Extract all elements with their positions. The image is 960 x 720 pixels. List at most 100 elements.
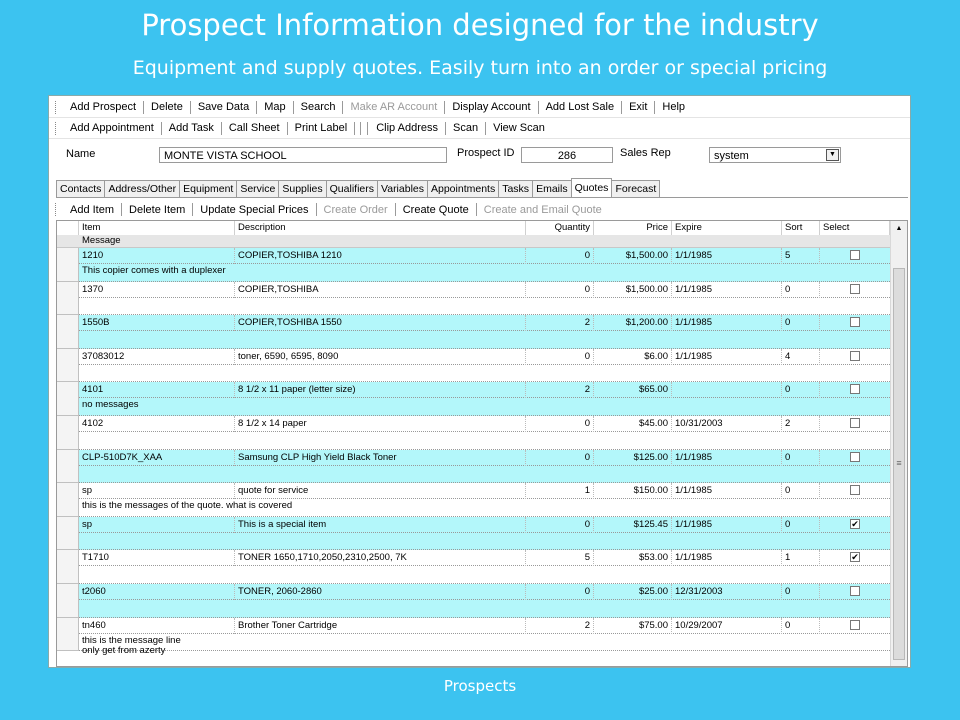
cell-message[interactable]	[79, 431, 890, 450]
cell-description[interactable]: TONER 1650,1710,2050,2310,2500, 7K	[235, 550, 526, 567]
table-row[interactable]: 37083012 toner, 6590, 6595, 8090 0 $6.00 1/1…	[57, 348, 890, 383]
cell-message[interactable]	[79, 566, 890, 584]
cell-price[interactable]: $53.00	[594, 550, 672, 567]
cell-description[interactable]: COPIER,TOSHIBA 1550	[235, 315, 526, 332]
cell-price[interactable]: $75.00	[594, 617, 672, 634]
cell-price[interactable]: $65.00	[594, 382, 672, 399]
cell-quantity[interactable]: 2	[526, 617, 594, 634]
scroll-up-icon[interactable]: ▲	[891, 221, 907, 237]
cell-message[interactable]	[79, 465, 890, 484]
cell-sort[interactable]: 4	[782, 348, 820, 365]
cell-description[interactable]: Samsung CLP High Yield Black Toner	[235, 449, 526, 466]
cell-expire[interactable]: 1/1/1985	[672, 281, 782, 298]
cell-expire[interactable]: 1/1/1985	[672, 248, 782, 264]
tab-emails[interactable]: Emails	[532, 180, 572, 197]
tab-address-other[interactable]: Address/Other	[104, 180, 181, 197]
cell-sort[interactable]: 0	[782, 617, 820, 634]
tab-contacts[interactable]: Contacts	[56, 180, 106, 197]
table-row[interactable]: 4101 8 1/2 x 11 paper (letter size) 2 $65.0…	[57, 382, 890, 416]
cell-item[interactable]: 1370	[79, 281, 235, 298]
select-checkbox[interactable]	[850, 384, 860, 395]
toolbar-grip-icon[interactable]	[55, 203, 59, 216]
create-order-button[interactable]: Create Order	[319, 204, 393, 216]
cell-message[interactable]	[79, 599, 890, 618]
tab-supplies[interactable]: Supplies	[278, 180, 327, 197]
cell-item[interactable]: T1710	[79, 550, 235, 567]
select-checkbox[interactable]	[850, 417, 860, 428]
cell-expire[interactable]: 1/1/1985	[672, 348, 782, 365]
row-header[interactable]	[57, 248, 79, 282]
cell-item[interactable]: sp	[79, 516, 235, 533]
add-appointment-button[interactable]: Add Appointment	[65, 122, 159, 134]
cell-sort[interactable]: 0	[782, 281, 820, 298]
print-label-button[interactable]: Print Label	[290, 122, 353, 134]
cell-message[interactable]	[79, 297, 890, 316]
exit-button[interactable]: Exit	[624, 101, 652, 113]
tab-qualifiers[interactable]: Qualifiers	[325, 180, 378, 197]
cell-sort[interactable]: 1	[782, 550, 820, 567]
tab-equipment[interactable]: Equipment	[179, 180, 238, 197]
display-account-button[interactable]: Display Account	[447, 101, 535, 113]
sales-rep-select[interactable]: system ▼	[709, 147, 841, 163]
cell-sort[interactable]: 0	[782, 315, 820, 332]
cell-message[interactable]	[79, 532, 890, 551]
cell-item[interactable]: 1210	[79, 248, 235, 264]
select-checkbox[interactable]	[850, 283, 860, 294]
row-header[interactable]	[57, 281, 79, 316]
select-checkbox[interactable]	[850, 485, 860, 496]
cell-message[interactable]: this is the message line only get from a…	[79, 633, 890, 655]
tab-forecast[interactable]: Forecast	[611, 180, 661, 197]
search-button[interactable]: Search	[296, 101, 341, 113]
prospect-id-field[interactable]: 286	[521, 147, 613, 163]
select-checkbox[interactable]	[850, 451, 860, 462]
cell-quantity[interactable]: 1	[526, 483, 594, 500]
table-row[interactable]: 1550B COPIER,TOSHIBA 1550 2 $1,200.00 1/1/19…	[57, 315, 890, 349]
save-data-button[interactable]: Save Data	[193, 101, 254, 113]
cell-description[interactable]: COPIER,TOSHIBA	[235, 281, 526, 298]
make-ar-account-button[interactable]: Make AR Account	[345, 101, 442, 113]
row-header[interactable]	[57, 483, 79, 517]
cell-price[interactable]: $125.45	[594, 516, 672, 533]
column-header-sort[interactable]: Sort	[782, 221, 820, 235]
call-sheet-button[interactable]: Call Sheet	[224, 122, 285, 134]
row-header[interactable]	[57, 550, 79, 584]
select-checkbox[interactable]	[850, 350, 860, 361]
table-row[interactable]: sp This is a special item 0 $125.45 1/1/1985…	[57, 516, 890, 551]
row-header[interactable]	[57, 415, 79, 450]
help-button[interactable]: Help	[657, 101, 690, 113]
cell-description[interactable]: TONER, 2060-2860	[235, 583, 526, 600]
cell-expire[interactable]: 1/1/1985	[672, 449, 782, 466]
cell-sort[interactable]: 0	[782, 382, 820, 399]
scan-button[interactable]: Scan	[448, 122, 483, 134]
cell-quantity[interactable]: 0	[526, 583, 594, 600]
tab-service[interactable]: Service	[236, 180, 280, 197]
table-row[interactable]: 4102 8 1/2 x 14 paper 0 $45.00 10/31/2003 2	[57, 415, 890, 450]
cell-sort[interactable]: 0	[782, 483, 820, 500]
view-scan-button[interactable]: View Scan	[488, 122, 550, 134]
cell-item[interactable]: 4101	[79, 382, 235, 399]
column-header-quantity[interactable]: Quantity	[526, 221, 594, 235]
table-row[interactable]: CLP-510D7K_XAA Samsung CLP High Yield Bla…	[57, 449, 890, 484]
cell-quantity[interactable]: 2	[526, 382, 594, 399]
cell-quantity[interactable]: 0	[526, 516, 594, 533]
cell-price[interactable]: $1,500.00	[594, 248, 672, 264]
select-checkbox[interactable]	[850, 585, 860, 596]
cell-description[interactable]: This is a special item	[235, 516, 526, 533]
cell-description[interactable]: toner, 6590, 6595, 8090	[235, 348, 526, 365]
table-row[interactable]: T1710 TONER 1650,1710,2050,2310,2500, 7K 5…	[57, 550, 890, 584]
table-row[interactable]: 1370 COPIER,TOSHIBA 0 $1,500.00 1/1/1985 0	[57, 281, 890, 316]
column-header-price[interactable]: Price	[594, 221, 672, 235]
cell-message[interactable]	[79, 364, 890, 383]
cell-quantity[interactable]: 0	[526, 281, 594, 298]
add-prospect-button[interactable]: Add Prospect	[65, 101, 141, 113]
cell-message[interactable]: no messages	[79, 398, 890, 416]
cell-price[interactable]: $1,200.00	[594, 315, 672, 332]
add-item-button[interactable]: Add Item	[65, 204, 119, 216]
cell-message[interactable]	[79, 331, 890, 349]
add-task-button[interactable]: Add Task	[164, 122, 219, 134]
toolbar-grip-icon[interactable]	[55, 121, 59, 135]
cell-quantity[interactable]: 2	[526, 315, 594, 332]
delete-button[interactable]: Delete	[146, 101, 188, 113]
cell-sort[interactable]: 0	[782, 449, 820, 466]
cell-quantity[interactable]: 0	[526, 348, 594, 365]
